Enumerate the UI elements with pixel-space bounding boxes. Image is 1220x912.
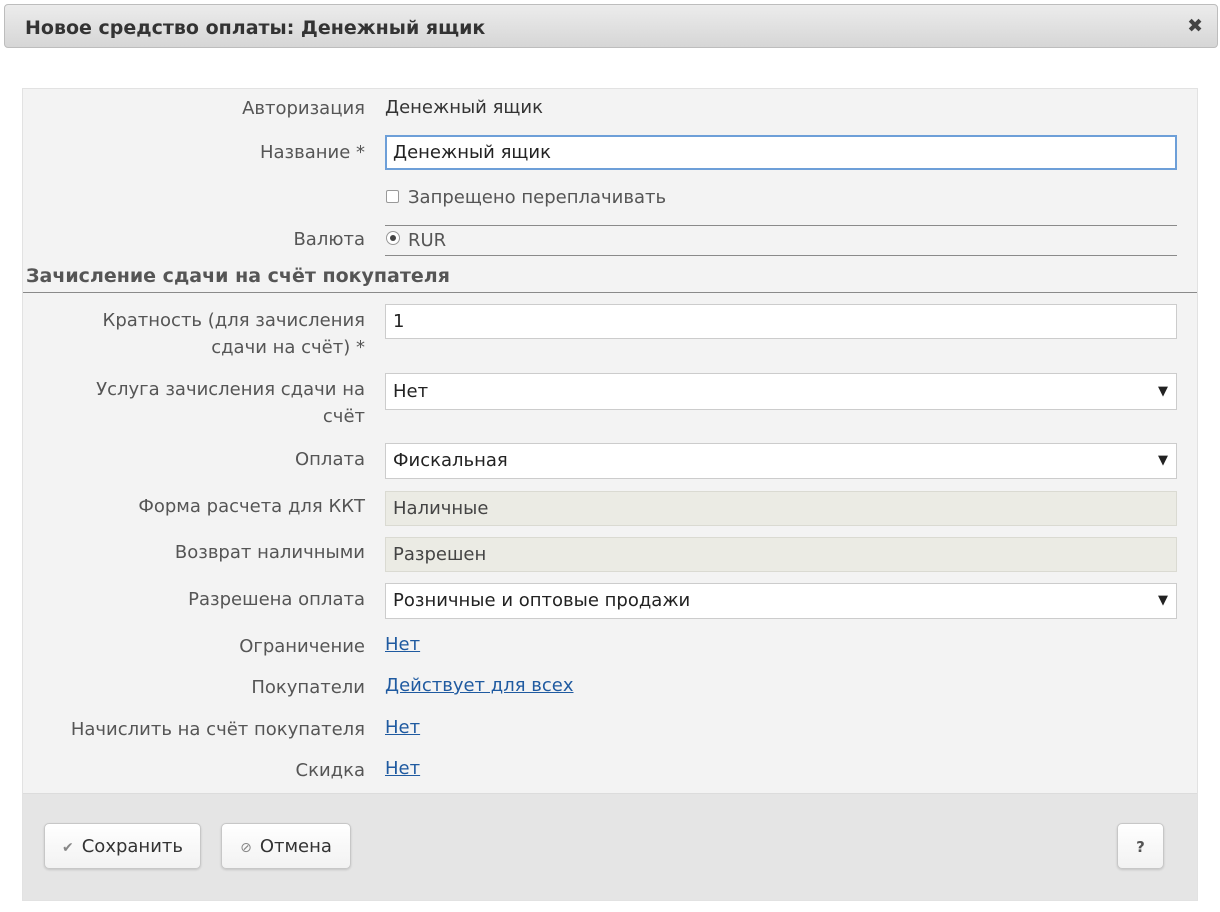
accrue-link[interactable]: Нет (385, 714, 420, 742)
currency-label: Валюта (293, 229, 365, 250)
discount-link[interactable]: Нет (385, 755, 420, 783)
overpay-label: Запрещено переплачивать (408, 187, 667, 208)
check-icon: ✔ (62, 840, 74, 856)
multiplicity-label-line1: Кратность (для зачисления (102, 310, 365, 331)
multiplicity-input[interactable]: 1 (385, 304, 1177, 339)
restriction-link[interactable]: Нет (385, 631, 420, 659)
currency-value: RUR (408, 230, 447, 251)
cancel-button[interactable]: ⊘ Отмена (221, 823, 351, 869)
help-button[interactable]: ? (1117, 823, 1164, 869)
close-icon[interactable]: ✖ (1187, 15, 1203, 37)
save-button[interactable]: ✔ Сохранить (44, 823, 201, 869)
section-title: Зачисление сдачи на счёт покупателя (26, 265, 450, 287)
dialog-titlebar: Новое средство оплаты: Денежный ящик ✖ (4, 4, 1218, 48)
kkt-form-field: Наличные (385, 491, 1177, 526)
chevron-down-icon: ▼ (1158, 384, 1168, 399)
auth-label: Авторизация (242, 98, 365, 119)
chevron-down-icon: ▼ (1158, 593, 1168, 608)
buyers-label: Покупатели (251, 677, 365, 698)
kkt-form-label: Форма расчета для ККТ (138, 496, 365, 517)
currency-bottom-divider (385, 255, 1177, 256)
auth-value: Денежный ящик (385, 97, 543, 118)
change-service-label-line2: счёт (322, 406, 365, 427)
payment-form: Авторизация Денежный ящик Название * Ден… (22, 88, 1198, 901)
change-service-label-line1: Услуга зачисления сдачи на (96, 379, 365, 400)
overpay-checkbox[interactable] (386, 190, 399, 203)
chevron-down-icon: ▼ (1158, 453, 1168, 468)
cash-return-field: Разрешен (385, 537, 1177, 572)
form-footer: ✔ Сохранить ⊘ Отмена ? (23, 793, 1197, 900)
multiplicity-label-line2: сдачи на счёт) * (211, 337, 365, 358)
change-service-value: Нет (393, 381, 429, 402)
allowed-payment-select[interactable]: Розничные и оптовые продажи ▼ (385, 583, 1177, 619)
cash-return-label: Возврат наличными (174, 542, 365, 563)
allowed-payment-value: Розничные и оптовые продажи (393, 590, 691, 611)
accrue-label: Начислить на счёт покупателя (70, 719, 365, 740)
payment-label: Оплата (295, 449, 365, 470)
payment-select[interactable]: Фискальная ▼ (385, 443, 1177, 479)
currency-top-divider (385, 225, 1177, 226)
cancel-button-label: Отмена (259, 836, 332, 857)
allowed-payment-label: Разрешена оплата (188, 589, 365, 610)
name-input[interactable]: Денежный ящик (385, 135, 1177, 170)
cancel-icon: ⊘ (240, 840, 252, 856)
currency-radio-rur[interactable] (386, 231, 400, 245)
save-button-label: Сохранить (81, 836, 183, 857)
dialog-title: Новое средство оплаты: Денежный ящик (25, 17, 486, 39)
change-service-select[interactable]: Нет ▼ (385, 373, 1177, 410)
buyers-link[interactable]: Действует для всех (385, 672, 574, 700)
restriction-label: Ограничение (239, 636, 365, 657)
section-divider (23, 292, 1197, 293)
discount-label: Скидка (295, 760, 366, 781)
payment-value: Фискальная (393, 450, 508, 471)
name-label: Название * (259, 142, 365, 163)
